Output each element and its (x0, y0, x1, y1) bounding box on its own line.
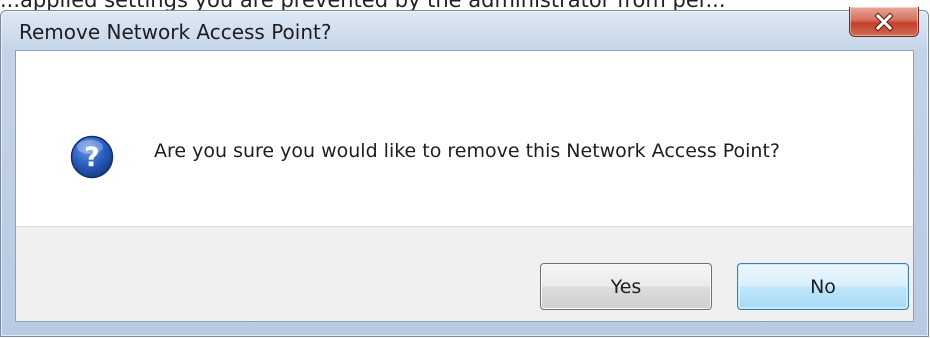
close-icon (874, 11, 894, 32)
dialog-client-area: ? Are you sure you would like to remove … (15, 50, 914, 322)
button-bar: Yes No (16, 226, 913, 321)
close-button[interactable] (849, 7, 919, 37)
window-title: Remove Network Access Point? (19, 20, 332, 44)
message-text: Are you sure you would like to remove th… (154, 140, 781, 162)
question-icon: ? (70, 135, 114, 179)
dialog-window: Remove Network Access Point? ? Are you s… (0, 7, 929, 337)
yes-button[interactable]: Yes (540, 263, 712, 310)
svg-text:?: ? (84, 142, 100, 173)
no-button[interactable]: No (737, 263, 909, 310)
title-bar[interactable]: Remove Network Access Point? (1, 7, 928, 51)
yes-button-label: Yes (610, 275, 642, 298)
message-area: ? Are you sure you would like to remove … (16, 51, 913, 226)
no-button-label: No (810, 275, 836, 298)
